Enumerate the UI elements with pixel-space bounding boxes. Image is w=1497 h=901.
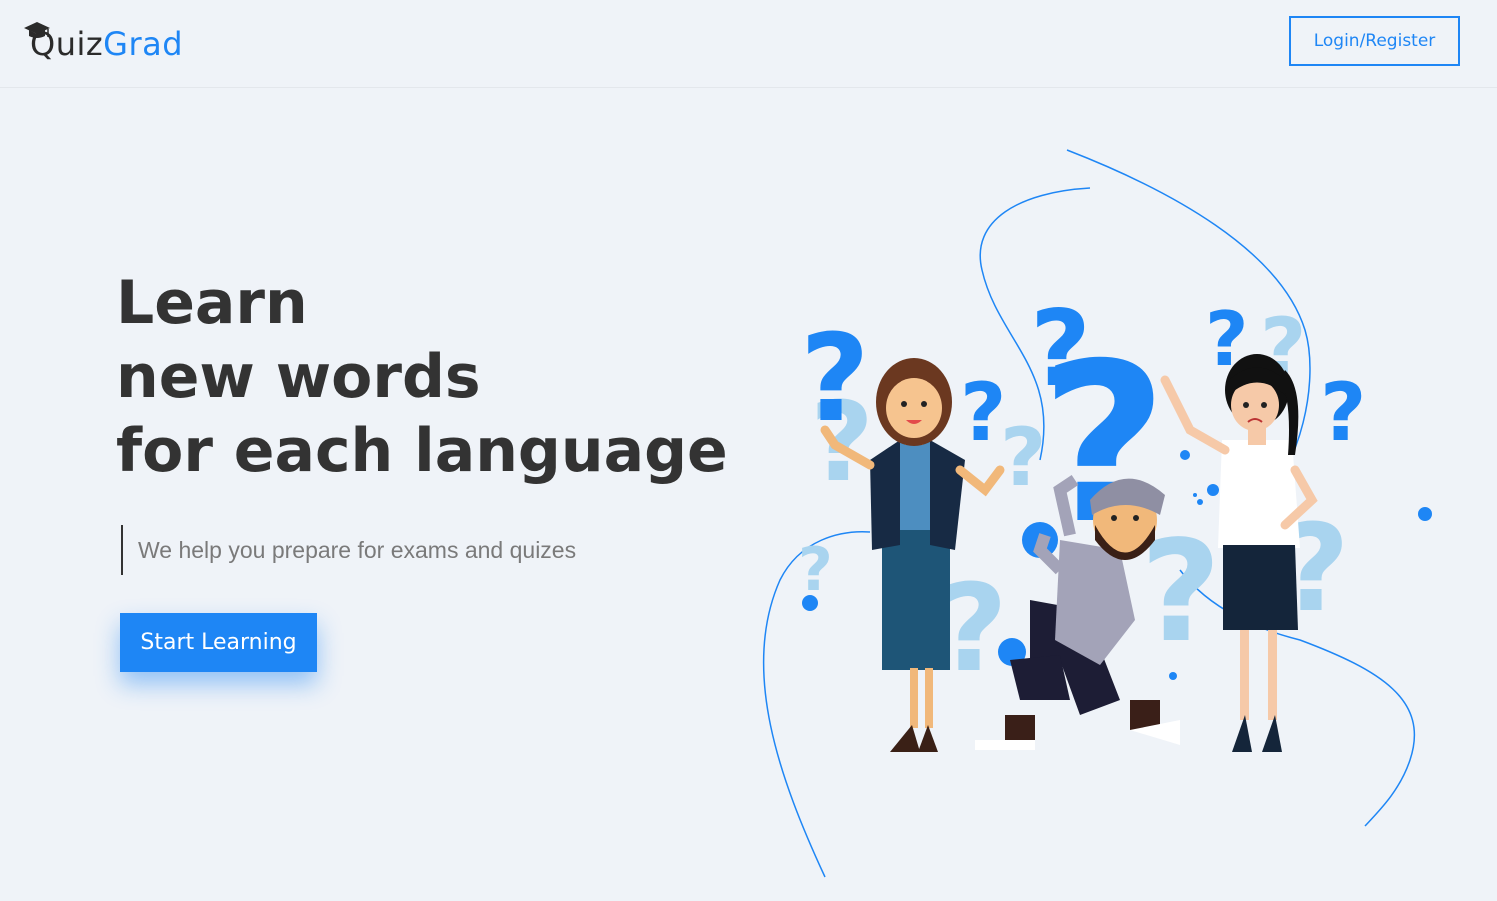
blue-question-mark: ? bbox=[960, 366, 1006, 459]
hero-tagline: We help you prepare for exams and quizes bbox=[121, 525, 576, 575]
hero-headline: Learn new words for each language bbox=[116, 266, 728, 488]
logo[interactable]: QuizGrad bbox=[22, 20, 183, 68]
headline-line-2: new words bbox=[116, 342, 481, 412]
headline-line-3: for each language bbox=[116, 416, 728, 486]
site-header: QuizGrad Login/Register bbox=[0, 0, 1497, 88]
light-question-mark: ? bbox=[798, 535, 833, 605]
headline-line-1: Learn bbox=[116, 268, 308, 338]
start-learning-button[interactable]: Start Learning bbox=[120, 613, 317, 672]
login-register-button[interactable]: Login/Register bbox=[1289, 16, 1460, 66]
hero-illustration: ? ? ? ? ? ? ? ? ? ? ? ? ? bbox=[762, 149, 1432, 878]
logo-text-grad: Grad bbox=[103, 25, 184, 63]
blue-question-mark: ? bbox=[1320, 366, 1366, 459]
graduation-cap-icon bbox=[24, 22, 50, 38]
blue-question-mark: ? bbox=[800, 310, 870, 449]
